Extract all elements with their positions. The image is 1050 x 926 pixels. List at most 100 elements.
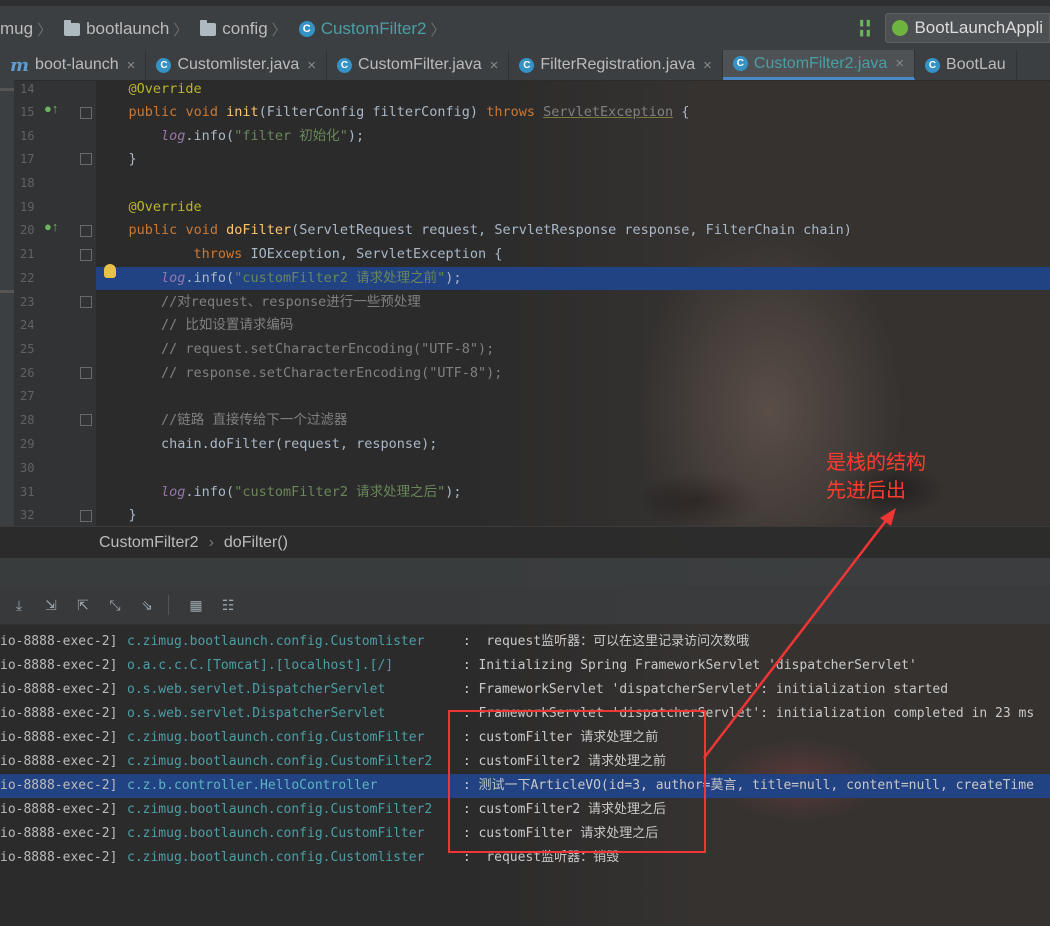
logger-name[interactable]: c.z.b.controller.HelloController bbox=[127, 774, 377, 798]
fold-marker-icon[interactable] bbox=[80, 296, 92, 308]
thread-name: io-8888-exec-2] bbox=[0, 682, 118, 697]
logger-name[interactable]: o.s.web.servlet.DispatcherServlet bbox=[127, 702, 385, 726]
run-configuration-selector[interactable]: BootLaunchAppli bbox=[885, 13, 1050, 43]
tab-boot-launch[interactable]: m boot-launch × bbox=[0, 50, 147, 80]
step-into-icon[interactable]: ⇲ bbox=[42, 597, 60, 613]
line-number: 28 bbox=[20, 413, 35, 427]
fold-marker-icon[interactable] bbox=[80, 414, 92, 426]
tab-bootlaunch-app[interactable]: C BootLau bbox=[915, 50, 1017, 80]
lightbulb-icon[interactable] bbox=[104, 264, 116, 278]
logger-name[interactable]: c.zimug.bootlaunch.config.CustomFilter2 bbox=[127, 798, 432, 822]
evaluate-icon[interactable]: ▦ bbox=[187, 597, 205, 613]
code-line: //链路 直接传给下一个过滤器 bbox=[96, 409, 1050, 432]
thread-name: io-8888-exec-2] bbox=[0, 802, 118, 817]
logger-name[interactable]: o.a.c.c.C.[Tomcat].[localhost].[/] bbox=[127, 654, 393, 678]
logger-name[interactable]: o.s.web.servlet.DispatcherServlet bbox=[127, 678, 385, 702]
code-line: log.info("filter 初始化"); bbox=[96, 125, 1050, 148]
logger-name[interactable]: c.zimug.bootlaunch.config.CustomFilter bbox=[127, 726, 424, 750]
keyword-token: void bbox=[185, 104, 218, 120]
class-icon: C bbox=[298, 21, 315, 37]
override-marker-icon[interactable]: ●↑ bbox=[44, 219, 58, 234]
line-number: 17 bbox=[20, 152, 35, 166]
thread-name: io-8888-exec-2] bbox=[0, 634, 118, 649]
menu-strip bbox=[0, 0, 1050, 6]
breadcrumb-item[interactable]: C CustomFilter2 〉 bbox=[298, 19, 452, 40]
annotation-token: @Override bbox=[128, 81, 202, 97]
breadcrumb-label: bootlaunch bbox=[86, 19, 170, 38]
highlight-box bbox=[448, 710, 706, 853]
console-line: io-8888-exec-2] o.a.c.c.C.[Tomcat].[local… bbox=[0, 654, 1050, 678]
close-icon[interactable]: × bbox=[490, 57, 499, 74]
breadcrumb-class[interactable]: CustomFilter2 bbox=[99, 534, 199, 552]
call-token: .info( bbox=[185, 270, 235, 286]
log-message: : request监听器：可以在这里记录访问次数哦 bbox=[455, 634, 750, 649]
field-token: log bbox=[161, 270, 186, 286]
logger-name[interactable]: c.zimug.bootlaunch.config.CustomFilter2 bbox=[127, 750, 432, 774]
breadcrumb-method[interactable]: doFilter() bbox=[224, 534, 288, 552]
comment-token: //链路 直接传给下一个过滤器 bbox=[161, 412, 348, 428]
tab-label: CustomFilter.java bbox=[358, 56, 482, 73]
code-line: public void init(FilterConfig filterConf… bbox=[96, 101, 1050, 124]
step-out-icon[interactable]: ⇱ bbox=[74, 597, 92, 613]
project-strip[interactable] bbox=[0, 80, 14, 526]
method-token: doFilter bbox=[226, 222, 292, 238]
tab-customlister[interactable]: C Customlister.java × bbox=[146, 50, 328, 80]
code-line: @Override bbox=[96, 80, 1050, 101]
breadcrumb: mug 〉 bootlaunch 〉 config 〉 C CustomFilter2… bbox=[0, 16, 458, 42]
thread-name: io-8888-exec-2] bbox=[0, 826, 118, 841]
class-icon: C bbox=[156, 57, 172, 73]
drop-frame-icon[interactable]: ⤡ bbox=[106, 597, 124, 613]
keyword-token: throws bbox=[486, 104, 535, 120]
editor-breadcrumb: CustomFilter2 › doFilter() bbox=[0, 526, 1050, 559]
override-marker-icon[interactable]: ●↑ bbox=[44, 101, 58, 116]
field-token: log bbox=[161, 128, 186, 144]
logger-name[interactable]: c.zimug.bootlaunch.config.Customlister bbox=[127, 846, 424, 870]
console-line: io-8888-exec-2] o.s.web.servlet.Dispatche… bbox=[0, 678, 1050, 702]
params-token: (ServletRequest request, ServletResponse… bbox=[291, 222, 852, 238]
annotation-line: 先进后出 bbox=[826, 478, 906, 502]
class-icon: C bbox=[519, 57, 535, 73]
logger-name[interactable]: c.zimug.bootlaunch.config.Customlister bbox=[127, 630, 424, 654]
method-token: init bbox=[226, 104, 259, 120]
fold-marker-icon[interactable] bbox=[80, 225, 92, 237]
close-icon[interactable]: × bbox=[703, 57, 712, 74]
breadcrumb-item[interactable]: mug 〉 bbox=[0, 19, 58, 40]
keyword-token: void bbox=[185, 222, 218, 238]
close-icon[interactable]: × bbox=[307, 57, 316, 74]
chevron-right-icon: 〉 bbox=[37, 21, 53, 39]
line-number: 14 bbox=[20, 82, 35, 96]
fold-marker-icon[interactable] bbox=[80, 153, 92, 165]
run-toolbar: ⤓ ⇲ ⇱ ⤡ ⇘ ▦ ☷ bbox=[0, 586, 1050, 625]
tab-customfilter[interactable]: C CustomFilter.java × bbox=[327, 50, 510, 80]
settings-icon[interactable]: ☷ bbox=[219, 597, 237, 613]
run-to-cursor-icon[interactable]: ⇘ bbox=[138, 597, 156, 613]
code-line: //对request、response进行一些预处理 bbox=[96, 291, 1050, 314]
line-number: 29 bbox=[20, 437, 35, 451]
keyword-token: throws bbox=[193, 246, 243, 262]
fold-marker-icon[interactable] bbox=[80, 249, 92, 261]
keyword-token: public bbox=[128, 222, 178, 238]
string-token: "customFilter2 请求处理之前" bbox=[234, 270, 446, 286]
tab-filterregistration[interactable]: C FilterRegistration.java × bbox=[509, 50, 723, 80]
breadcrumb-label: config bbox=[222, 19, 268, 38]
build-icon[interactable]: ▮▮ ▮▮ bbox=[858, 17, 871, 38]
tab-customfilter2[interactable]: C CustomFilter2.java × bbox=[722, 50, 916, 80]
punct-token: ); bbox=[445, 270, 462, 286]
tab-label: FilterRegistration.java bbox=[540, 56, 696, 73]
breadcrumb-item[interactable]: bootlaunch 〉 bbox=[64, 19, 194, 40]
fold-marker-icon[interactable] bbox=[80, 510, 92, 522]
line-number: 26 bbox=[20, 366, 35, 380]
fold-marker-icon[interactable] bbox=[80, 367, 92, 379]
close-icon[interactable]: × bbox=[895, 55, 904, 72]
log-message: : FrameworkServlet 'dispatcherServlet': … bbox=[455, 682, 949, 697]
line-number: 23 bbox=[20, 295, 35, 309]
logger-name[interactable]: c.zimug.bootlaunch.config.CustomFilter bbox=[127, 822, 424, 846]
step-over-icon[interactable]: ⤓ bbox=[10, 597, 28, 613]
breadcrumb-item[interactable]: config 〉 bbox=[200, 19, 292, 40]
breadcrumb-label: CustomFilter2 bbox=[320, 19, 427, 38]
close-icon[interactable]: × bbox=[127, 57, 136, 74]
keyword-token: public bbox=[128, 104, 178, 120]
fold-marker-icon[interactable] bbox=[80, 107, 92, 119]
module-icon: m bbox=[10, 54, 30, 76]
